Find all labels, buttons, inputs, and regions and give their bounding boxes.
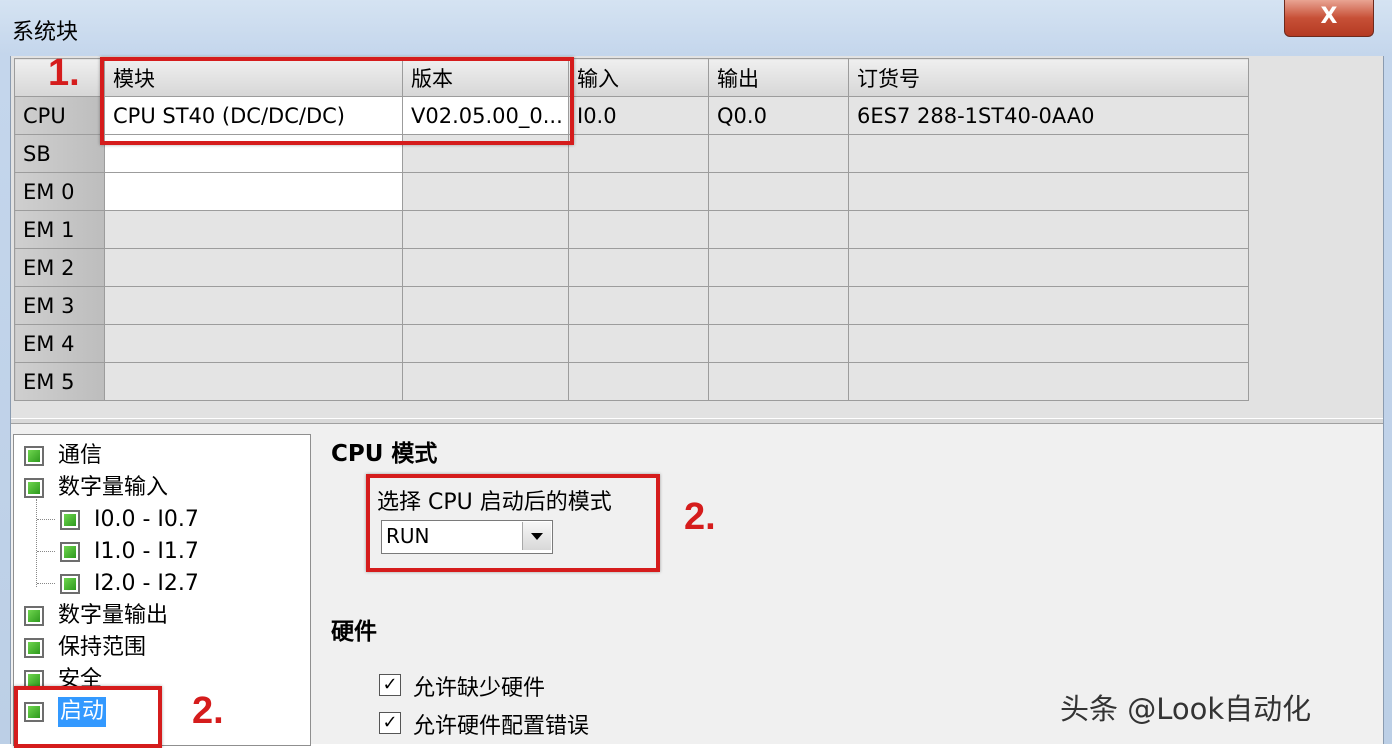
version-cell[interactable] — [402, 324, 569, 363]
output-cell[interactable] — [708, 362, 849, 401]
version-cell[interactable] — [402, 248, 569, 287]
order-cell[interactable] — [848, 134, 1249, 173]
annotation-box-cpu-mode — [366, 474, 660, 572]
output-cell[interactable] — [708, 248, 849, 287]
tree-item-label: 保持范围 — [58, 635, 147, 660]
input-cell[interactable] — [568, 286, 709, 325]
order-cell[interactable] — [848, 362, 1249, 401]
slot-cell: EM 2 — [14, 248, 105, 287]
slot-cell: EM 5 — [14, 362, 105, 401]
tree-connector — [36, 499, 37, 587]
annotation-box-module — [100, 57, 574, 145]
tree-connector — [37, 583, 55, 584]
order-cell[interactable] — [848, 248, 1249, 287]
tree-item-label: 数字量输入 — [58, 475, 169, 500]
close-button[interactable]: X — [1284, 0, 1374, 37]
cpu-mode-title: CPU 模式 — [331, 441, 438, 467]
module-cell[interactable] — [104, 286, 403, 325]
input-cell[interactable] — [568, 134, 709, 173]
allow-config-error-label: 允许硬件配置错误 — [413, 714, 590, 739]
input-cell[interactable] — [568, 172, 709, 211]
tree-item-label: I1.0 - I1.7 — [94, 539, 199, 564]
annotation-step-1: 1. — [48, 52, 80, 94]
splitter[interactable] — [11, 418, 1383, 424]
module-cell[interactable] — [104, 248, 403, 287]
order-cell[interactable]: 6ES7 288-1ST40-0AA0 — [848, 96, 1249, 135]
order-cell[interactable] — [848, 210, 1249, 249]
system-block-window: 系统块 X 模块 版本 输入 输出 订货号 CPU CPU ST40 (DC/D… — [0, 0, 1392, 748]
watermark: 头条 @Look自动化 — [1060, 692, 1312, 726]
tree-item-label: I2.0 - I2.7 — [94, 571, 199, 596]
checkbox-checked-icon: ✓ — [382, 712, 398, 733]
green-status-icon — [24, 638, 44, 658]
client-area: 模块 版本 输入 输出 订货号 CPU CPU ST40 (DC/DC/DC) … — [10, 56, 1384, 746]
annotation-step-2: 2. — [192, 690, 224, 732]
order-cell[interactable] — [848, 286, 1249, 325]
version-cell[interactable] — [402, 172, 569, 211]
version-cell[interactable] — [402, 362, 569, 401]
module-cell[interactable] — [104, 324, 403, 363]
table-row[interactable]: EM 0 — [14, 172, 1249, 211]
title-bar: 系统块 X — [0, 0, 1392, 52]
annotation-step-2: 2. — [684, 496, 716, 538]
table-row[interactable]: EM 3 — [14, 286, 1249, 325]
slot-cell: CPU — [14, 96, 105, 135]
slot-cell: EM 4 — [14, 324, 105, 363]
table-row[interactable]: EM 5 — [14, 362, 1249, 401]
module-cell[interactable] — [104, 362, 403, 401]
table-row[interactable]: EM 1 — [14, 210, 1249, 249]
tree-item-label: I0.0 - I0.7 — [94, 507, 199, 532]
green-status-icon — [24, 478, 44, 498]
tree-connector — [37, 551, 55, 552]
header-order-number[interactable]: 订货号 — [848, 58, 1249, 97]
output-cell[interactable] — [708, 210, 849, 249]
table-row[interactable]: EM 2 — [14, 248, 1249, 287]
header-input[interactable]: 输入 — [568, 58, 709, 97]
allow-missing-hardware-checkbox[interactable]: ✓ — [379, 674, 401, 696]
table-row[interactable]: EM 4 — [14, 324, 1249, 363]
module-cell[interactable] — [104, 210, 403, 249]
order-cell[interactable] — [848, 324, 1249, 363]
input-cell[interactable] — [568, 362, 709, 401]
green-status-icon — [60, 542, 80, 562]
annotation-box-startup — [14, 686, 162, 748]
green-status-icon — [24, 606, 44, 626]
window-title: 系统块 — [12, 20, 79, 45]
output-cell[interactable] — [708, 134, 849, 173]
version-cell[interactable] — [402, 286, 569, 325]
allow-config-error-checkbox[interactable]: ✓ — [379, 712, 401, 734]
input-cell[interactable] — [568, 248, 709, 287]
tree-item-label: 通信 — [58, 443, 103, 468]
slot-cell: SB — [14, 134, 105, 173]
version-cell[interactable] — [402, 210, 569, 249]
green-status-icon — [24, 446, 44, 466]
green-status-icon — [60, 574, 80, 594]
header-output[interactable]: 输出 — [708, 58, 849, 97]
output-cell[interactable] — [708, 324, 849, 363]
output-cell[interactable]: Q0.0 — [708, 96, 849, 135]
output-cell[interactable] — [708, 286, 849, 325]
checkbox-checked-icon: ✓ — [382, 674, 398, 695]
tree-item-label: 数字量输出 — [58, 603, 169, 628]
green-status-icon — [60, 510, 80, 530]
output-cell[interactable] — [708, 172, 849, 211]
module-cell[interactable] — [104, 172, 403, 211]
hardware-title: 硬件 — [331, 619, 377, 645]
slot-cell: EM 3 — [14, 286, 105, 325]
slot-cell: EM 0 — [14, 172, 105, 211]
input-cell[interactable] — [568, 210, 709, 249]
tree-connector — [37, 519, 55, 520]
slot-cell: EM 1 — [14, 210, 105, 249]
input-cell[interactable] — [568, 324, 709, 363]
order-cell[interactable] — [848, 172, 1249, 211]
allow-missing-hardware-label: 允许缺少硬件 — [413, 676, 546, 701]
input-cell[interactable]: I0.0 — [568, 96, 709, 135]
